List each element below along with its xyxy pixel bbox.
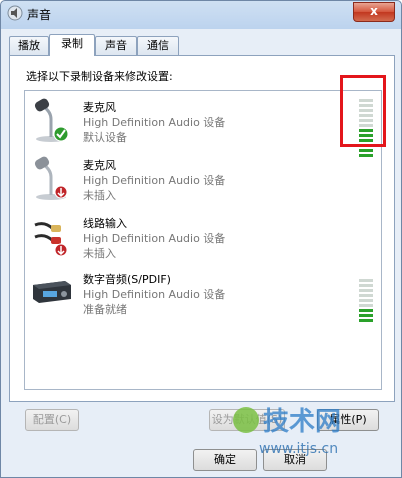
device-description: High Definition Audio 设备 [83,288,226,301]
level-meter-bar [359,149,373,152]
level-meter-highlight-box [340,75,386,147]
title-bar[interactable]: 声音 x [1,1,401,25]
spdif-device-icon [33,281,71,303]
watermark-text: 技术网 [263,407,342,437]
instruction-text: 选择以下录制设备来修改设置: [26,70,173,83]
tab-sounds[interactable]: 声音 [95,36,137,55]
close-button[interactable]: x [353,2,395,22]
device-description: High Definition Audio 设备 [83,116,226,129]
device-status: 未插入 [83,247,116,260]
level-meter-spdif [359,279,373,324]
device-name: 麦克风 [83,101,116,114]
device-name: 线路输入 [83,217,127,230]
level-meter-bar [359,309,373,312]
level-meter-bar [359,284,373,287]
device-name: 数字音频(S/PDIF) [83,273,171,286]
recording-panel: 选择以下录制设备来修改设置: 麦克风 High Definition Audio… [9,55,395,402]
watermark-logo-icon [233,407,259,433]
device-status: 未插入 [83,189,116,202]
device-list[interactable]: 麦克风 High Definition Audio 设备 默认设备 麦克风 Hi… [24,90,382,390]
level-meter-bar [359,314,373,317]
window-title: 声音 [27,8,52,22]
tab-communications[interactable]: 通信 [137,36,179,55]
configure-button[interactable]: 配置(C) [25,409,79,431]
list-item-microphone-default[interactable]: 麦克风 High Definition Audio 设备 默认设备 [25,93,381,149]
watermark: 技术网 www.itjs.cn [233,401,383,459]
level-meter-bar [359,154,373,157]
device-status: 准备就绪 [83,303,127,316]
level-meter-bar [359,319,373,322]
microphone-unplugged-icon [34,156,68,200]
level-meter-bar [359,294,373,297]
watermark-url: www.itjs.cn [259,441,339,457]
level-meter-bar [359,279,373,282]
device-status: 默认设备 [83,131,127,144]
level-meter-bar [359,299,373,302]
device-name: 麦克风 [83,159,116,172]
list-item-spdif[interactable]: 数字音频(S/PDIF) High Definition Audio 设备 准备… [25,265,381,321]
device-description: High Definition Audio 设备 [83,174,226,187]
level-meter-bar [359,289,373,292]
tab-playback[interactable]: 播放 [9,36,49,55]
microphone-default-icon [34,98,69,142]
sound-dialog: 声音 x 播放 录制 声音 通信 选择以下录制设备来修改设置: 麦克风 High… [0,0,402,478]
level-meter-bar [359,304,373,307]
tab-recording[interactable]: 录制 [49,34,95,56]
list-item-line-in[interactable]: 线路输入 High Definition Audio 设备 未插入 [25,209,381,265]
speaker-app-icon [7,5,23,21]
device-description: High Definition Audio 设备 [83,232,226,245]
line-in-unplugged-icon [34,222,68,257]
list-item-microphone-unplugged[interactable]: 麦克风 High Definition Audio 设备 未插入 [25,151,381,207]
